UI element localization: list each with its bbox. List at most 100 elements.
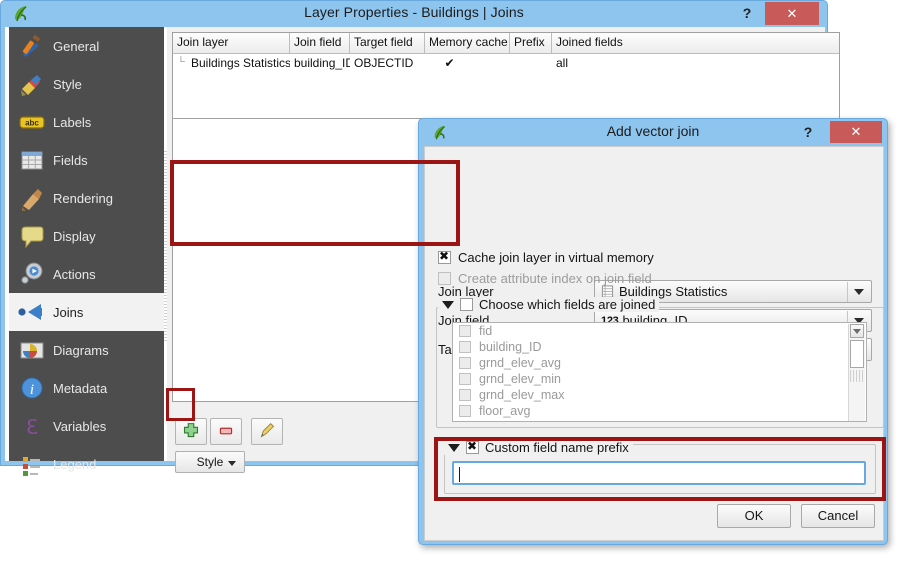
add-join-button[interactable]: [175, 418, 207, 445]
create-attribute-index-checkbox-row[interactable]: Create attribute index on join field: [438, 271, 652, 286]
gear-play-icon: [17, 259, 47, 289]
field-list-scrollbar[interactable]: [848, 324, 865, 422]
field-name: building_ID: [479, 340, 542, 354]
column-header-join-field[interactable]: Join field: [290, 33, 350, 53]
sidebar-item-joins[interactable]: Joins: [9, 293, 164, 331]
chevron-down-icon: [228, 461, 236, 466]
info-circle-icon: i: [17, 373, 47, 403]
sidebar-item-variables[interactable]: ℇ Variables: [9, 407, 164, 445]
help-button[interactable]: ?: [733, 2, 761, 25]
checkbox[interactable]: [459, 389, 471, 401]
list-item[interactable]: floor_avg: [453, 403, 866, 419]
checkbox[interactable]: [459, 373, 471, 385]
checkbox[interactable]: [459, 405, 471, 417]
column-header-memory-cache[interactable]: Memory cache: [425, 33, 510, 53]
cell-memory-cache: ✔: [425, 56, 510, 70]
field-name: fid: [479, 324, 492, 338]
cancel-button[interactable]: Cancel: [801, 504, 875, 528]
field-name: grnd_elev_min: [479, 372, 561, 386]
pencil-icon: [252, 419, 282, 444]
close-button[interactable]: ✕: [765, 2, 819, 25]
sidebar-item-label: Display: [53, 229, 96, 244]
checkbox[interactable]: [459, 341, 471, 353]
add-join-highlight-box: [166, 388, 195, 421]
remove-join-button[interactable]: [210, 418, 242, 445]
checkbox[interactable]: [438, 272, 451, 285]
sidebar-item-label: General: [53, 39, 99, 54]
cell-join-field: building_ID: [290, 56, 350, 70]
checkbox[interactable]: [459, 325, 471, 337]
sidebar-item-diagrams[interactable]: Diagrams: [9, 331, 164, 369]
field-name: grnd_elev_max: [479, 388, 564, 402]
field-name: grnd_elev_avg: [479, 356, 561, 370]
page-title: Layer Properties - Buildings | Joins: [1, 4, 827, 20]
table-row[interactable]: └Buildings Statistics building_ID OBJECT…: [173, 54, 839, 72]
minus-icon: [211, 419, 241, 444]
legend-list-icon: [17, 449, 47, 479]
svg-text:i: i: [30, 382, 34, 398]
tree-branch-icon: └: [177, 56, 191, 68]
combo-group-highlight-box: [170, 160, 460, 246]
svg-text:abc: abc: [25, 119, 39, 128]
choose-fields-label: Choose which fields are joined: [479, 297, 655, 312]
sidebar-item-style[interactable]: Style: [9, 65, 164, 103]
paint-brush-icon: [17, 69, 47, 99]
pie-chart-icon: [17, 335, 47, 365]
sidebar-item-actions[interactable]: Actions: [9, 255, 164, 293]
column-header-prefix[interactable]: Prefix: [510, 33, 552, 53]
speech-bubble-icon: [17, 221, 47, 251]
epsilon-icon: ℇ: [17, 411, 47, 441]
column-header-joined-fields[interactable]: Joined fields: [552, 33, 839, 53]
list-item[interactable]: fid: [453, 323, 866, 339]
checkbox[interactable]: [438, 251, 451, 264]
column-header-target-field[interactable]: Target field: [350, 33, 425, 53]
field-name: floor_avg: [479, 404, 530, 418]
broom-icon: [17, 183, 47, 213]
main-titlebar[interactable]: Layer Properties - Buildings | Joins ? ✕: [1, 1, 827, 27]
cache-join-layer-checkbox-row[interactable]: Cache join layer in virtual memory: [438, 250, 654, 265]
scrollbar-track[interactable]: [850, 370, 864, 382]
edit-join-button[interactable]: [251, 418, 283, 445]
sidebar-item-label: Legend: [53, 457, 96, 472]
joined-fields-list[interactable]: fid building_ID grnd_elev_avg grnd_elev_…: [452, 322, 867, 422]
sidebar-item-labels[interactable]: abc Labels: [9, 103, 164, 141]
triangle-collapse-icon[interactable]: [442, 301, 454, 309]
choose-fields-header[interactable]: Choose which fields are joined: [438, 297, 659, 312]
custom-prefix-highlight-box: [434, 437, 886, 501]
column-header-join-layer[interactable]: Join layer: [173, 33, 290, 53]
sidebar-item-display[interactable]: Display: [9, 217, 164, 255]
cell-joined-fields: all: [552, 56, 839, 70]
sidebar-item-legend[interactable]: Legend: [9, 445, 164, 483]
sidebar-item-label: Actions: [53, 267, 96, 282]
list-item[interactable]: grnd_elev_max: [453, 387, 866, 403]
list-item[interactable]: building_ID: [453, 339, 866, 355]
sidebar-item-metadata[interactable]: i Metadata: [9, 369, 164, 407]
joins-table[interactable]: Join layer Join field Target field Memor…: [172, 32, 840, 119]
style-button[interactable]: Style: [175, 451, 245, 473]
sidebar-item-label: Metadata: [53, 381, 107, 396]
sidebar-item-fields[interactable]: Fields: [9, 141, 164, 179]
abc-label-icon: abc: [17, 107, 47, 137]
sidebar-item-rendering[interactable]: Rendering: [9, 179, 164, 217]
list-item[interactable]: grnd_elev_min: [453, 371, 866, 387]
sidebar-item-label: Style: [53, 77, 82, 92]
style-button-label: Style: [197, 455, 224, 469]
cell-join-layer: Buildings Statistics: [191, 56, 290, 70]
scrollbar-thumb[interactable]: [850, 340, 864, 368]
list-item[interactable]: grnd_elev_avg: [453, 355, 866, 371]
plus-icon: [176, 419, 206, 444]
sidebar-item-label: Variables: [53, 419, 106, 434]
sidebar-item-label: Diagrams: [53, 343, 109, 358]
create-attribute-index-label: Create attribute index on join field: [458, 271, 652, 286]
checkbox[interactable]: [459, 357, 471, 369]
svg-text:ℇ: ℇ: [26, 417, 38, 439]
sidebar-item-label: Fields: [53, 153, 88, 168]
scroll-down-button[interactable]: [850, 324, 864, 338]
sidebar-item-label: Rendering: [53, 191, 113, 206]
cache-join-layer-label: Cache join layer in virtual memory: [458, 250, 654, 265]
chevron-down-icon[interactable]: [847, 282, 870, 302]
ok-button[interactable]: OK: [717, 504, 791, 528]
sidebar-item-general[interactable]: General: [9, 27, 164, 65]
checkbox[interactable]: [460, 298, 473, 311]
join-arrow-icon: [17, 297, 47, 327]
